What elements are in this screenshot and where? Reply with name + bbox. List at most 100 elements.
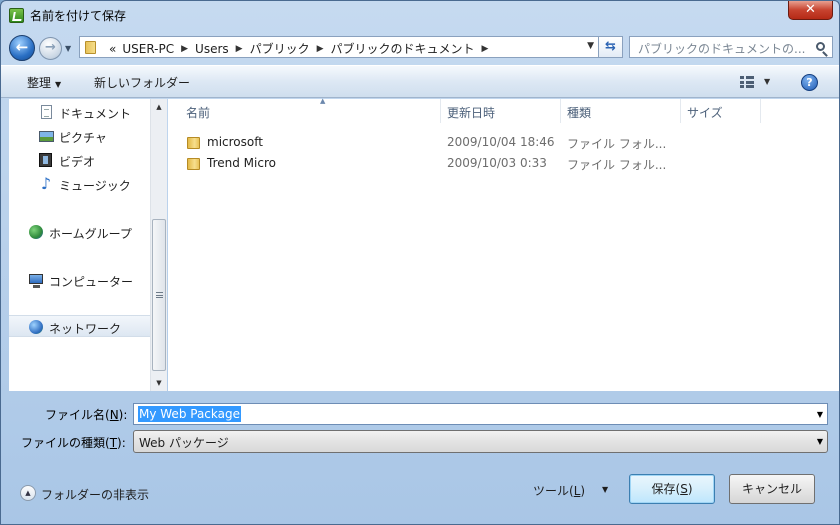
filename-label: ファイル名(N): bbox=[45, 406, 127, 423]
navigation-pane: ドキュメント ピクチャ ビデオ ♪ ミュージック ホームグループ コンピューター… bbox=[9, 99, 150, 391]
save-button[interactable]: 保存(S) bbox=[629, 474, 715, 504]
column-header-label: 名前 bbox=[186, 106, 211, 120]
file-modified: 2009/10/04 18:46 bbox=[447, 135, 555, 149]
filetype-value: Web パッケージ bbox=[139, 436, 229, 450]
scroll-down-icon[interactable]: ▼ bbox=[151, 375, 167, 391]
file-name: Trend Micro bbox=[207, 156, 276, 170]
column-header-name[interactable]: 名前 ▲ bbox=[180, 97, 441, 123]
label-text: ): bbox=[117, 436, 126, 450]
column-header-modified[interactable]: 更新日時 bbox=[441, 99, 561, 123]
label-text: ツール( bbox=[533, 484, 574, 498]
nav-item-label: ミュージック bbox=[59, 179, 131, 193]
collapse-up-icon: ▲ bbox=[20, 485, 36, 501]
tools-button[interactable]: ツール(L) bbox=[533, 482, 585, 499]
computer-icon bbox=[29, 274, 43, 288]
video-icon bbox=[39, 153, 52, 167]
close-button[interactable]: ✕ bbox=[788, 1, 833, 20]
nav-item-label: ネットワーク bbox=[49, 322, 122, 336]
label-text: ファイルの種類( bbox=[21, 436, 110, 450]
access-key: N bbox=[109, 408, 119, 422]
chevron-down-icon[interactable]: ▼ bbox=[764, 77, 770, 86]
nav-item-label: ドキュメント bbox=[59, 107, 132, 121]
app-icon bbox=[9, 8, 24, 23]
label-text: 保存( bbox=[651, 482, 681, 496]
nav-item-network[interactable]: ネットワーク bbox=[9, 315, 150, 337]
table-row[interactable]: Trend Micro 2009/10/03 0:33 ファイル フォル... bbox=[180, 154, 830, 174]
nav-item-homegroup[interactable]: ホームグループ bbox=[9, 221, 150, 243]
sort-ascending-icon: ▲ bbox=[320, 97, 326, 105]
scroll-thumb[interactable] bbox=[152, 219, 166, 371]
search-icon[interactable] bbox=[816, 42, 825, 51]
access-key: S bbox=[680, 482, 688, 496]
nav-item-music[interactable]: ♪ ミュージック bbox=[9, 173, 150, 195]
breadcrumb-overflow[interactable]: « bbox=[106, 42, 119, 56]
nav-item-pictures[interactable]: ピクチャ bbox=[9, 125, 150, 147]
back-arrow-icon: ← bbox=[15, 38, 29, 56]
organize-button[interactable]: 整理 ▼ bbox=[27, 74, 61, 91]
forward-arrow-icon: → bbox=[45, 40, 56, 55]
music-icon: ♪ bbox=[40, 174, 52, 193]
command-bar: 整理 ▼ 新しいフォルダー ▼ ? bbox=[1, 65, 839, 98]
breadcrumb-public-documents[interactable]: パブリックのドキュメント bbox=[328, 40, 478, 57]
scroll-up-icon[interactable]: ▲ bbox=[151, 99, 167, 115]
breadcrumb-users[interactable]: Users bbox=[192, 42, 232, 56]
search-placeholder: パブリックのドキュメントの... bbox=[638, 42, 806, 56]
folder-icon bbox=[187, 137, 200, 149]
file-name: microsoft bbox=[207, 135, 263, 149]
breadcrumb-user-pc[interactable]: USER-PC bbox=[119, 42, 177, 56]
refresh-button[interactable]: ⇆ bbox=[599, 36, 623, 58]
search-input[interactable]: パブリックのドキュメントの... bbox=[629, 36, 833, 58]
homegroup-icon bbox=[29, 225, 43, 239]
title-bar: 名前を付けて保存 ✕ bbox=[1, 1, 839, 29]
view-options-icon[interactable] bbox=[740, 76, 754, 88]
filename-field[interactable]: My Web Package ▼ bbox=[133, 403, 828, 425]
address-bar[interactable]: « USER-PC ▶ Users ▶ パブリック ▶ パブリックのドキュメント… bbox=[79, 36, 599, 58]
column-header-type[interactable]: 種類 bbox=[561, 99, 681, 123]
pictures-icon bbox=[39, 131, 54, 142]
access-key: T bbox=[109, 436, 118, 450]
address-row: ← → ▼ « USER-PC ▶ Users ▶ パブリック ▶ パブリックの… bbox=[1, 31, 839, 63]
column-header-size[interactable]: サイズ bbox=[681, 99, 761, 123]
nav-item-videos[interactable]: ビデオ bbox=[9, 149, 150, 171]
chevron-down-icon[interactable]: ▼ bbox=[817, 437, 823, 446]
breadcrumb-public[interactable]: パブリック bbox=[247, 40, 313, 57]
save-as-dialog: 名前を付けて保存 ✕ ← → ▼ « USER-PC ▶ Users ▶ パブリ… bbox=[0, 0, 840, 525]
chevron-down-icon[interactable]: ▼ bbox=[817, 410, 823, 419]
organize-label: 整理 bbox=[27, 76, 52, 90]
folder-icon bbox=[85, 41, 96, 54]
chevron-right-icon[interactable]: ▶ bbox=[232, 44, 247, 54]
back-button[interactable]: ← bbox=[9, 35, 35, 61]
nav-item-label: ビデオ bbox=[59, 155, 96, 169]
table-row[interactable]: microsoft 2009/10/04 18:46 ファイル フォル... bbox=[180, 133, 830, 153]
document-icon bbox=[41, 105, 52, 119]
label-text: ) bbox=[687, 482, 693, 496]
grip-icon bbox=[156, 292, 163, 298]
nav-item-label: ピクチャ bbox=[59, 131, 107, 145]
breadcrumb: « USER-PC ▶ Users ▶ パブリック ▶ パブリックのドキュメント… bbox=[106, 40, 492, 57]
label-text: ) bbox=[580, 484, 586, 498]
new-folder-button[interactable]: 新しいフォルダー bbox=[94, 74, 190, 91]
nav-item-computer[interactable]: コンピューター bbox=[9, 269, 150, 291]
nav-item-documents[interactable]: ドキュメント bbox=[9, 101, 150, 123]
chevron-right-icon[interactable]: ▶ bbox=[313, 44, 328, 54]
chevron-down-icon: ▼ bbox=[55, 80, 62, 89]
filetype-select[interactable]: Web パッケージ ▼ bbox=[133, 430, 828, 453]
nav-item-label: ホームグループ bbox=[49, 227, 132, 241]
label-text: ): bbox=[118, 408, 128, 422]
file-modified: 2009/10/03 0:33 bbox=[447, 156, 547, 170]
nav-item-label: コンピューター bbox=[49, 275, 134, 289]
file-list: 名前 ▲ 更新日時 種類 サイズ microsoft 2009/10/04 18… bbox=[168, 97, 839, 391]
navigation-scrollbar[interactable]: ▲ ▼ bbox=[150, 99, 167, 391]
help-icon[interactable]: ? bbox=[801, 74, 818, 91]
filename-value[interactable]: My Web Package bbox=[138, 406, 241, 422]
folder-icon bbox=[187, 158, 200, 170]
forward-button[interactable]: → bbox=[39, 37, 62, 60]
cancel-button[interactable]: キャンセル bbox=[729, 474, 815, 504]
filetype-label: ファイルの種類(T): bbox=[21, 434, 126, 451]
chevron-down-icon[interactable]: ▼ bbox=[602, 485, 608, 494]
chevron-right-icon[interactable]: ▶ bbox=[478, 44, 493, 54]
history-dropdown-icon[interactable]: ▼ bbox=[65, 44, 71, 53]
address-dropdown-icon[interactable]: ▼ bbox=[587, 41, 594, 51]
chevron-right-icon[interactable]: ▶ bbox=[177, 44, 192, 54]
label-text: ファイル名( bbox=[45, 408, 110, 422]
